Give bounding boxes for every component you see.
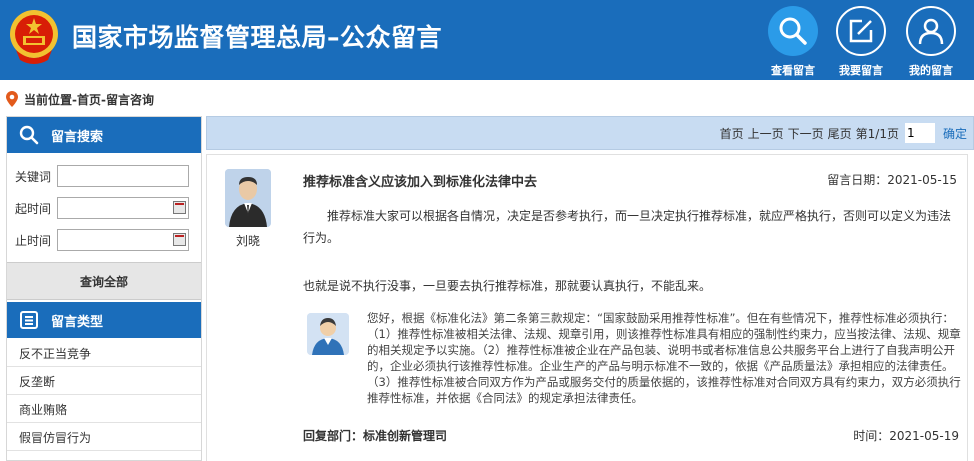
page-info: 第1/1页 — [855, 126, 899, 141]
user-icon — [918, 18, 944, 45]
message-title: 推荐标准含义应该加入到标准化法律中去 — [303, 175, 538, 190]
message-body: 推荐标准大家可以根据各自情况，决定是否参考执行，而一旦决定执行推荐标准，就应严格… — [303, 209, 952, 245]
sidebar: 留言搜索 关键词 起时间 止时间 查询全部 留言类型 反不正当竞争 反垄断 商业… — [6, 116, 202, 461]
keyword-label: 关键词 — [15, 169, 52, 184]
nav-view-messages[interactable]: 查看留言 — [760, 6, 826, 77]
end-time-input[interactable] — [57, 229, 189, 251]
breadcrumb: 当前位置-首页-留言咨询 — [0, 88, 974, 110]
avatar — [225, 169, 271, 227]
next-page-link[interactable]: 下一页 — [788, 125, 824, 142]
pagination-bar: 首页 上一页 下一页 尾页 第1/1页 确定 — [206, 116, 974, 150]
keyword-row: 关键词 — [15, 165, 189, 187]
query-all-button[interactable]: 查询全部 — [7, 262, 201, 300]
reply-text: 您好，根据《标准化法》第二条第三款规定：“国家鼓励采用推荐性标准”。但在有些情况… — [367, 311, 961, 405]
type-item[interactable]: 反垄断 — [7, 369, 201, 395]
type-item[interactable]: 假冒仿冒行为 — [7, 425, 201, 451]
search-icon — [779, 17, 807, 45]
start-time-input[interactable] — [57, 197, 189, 219]
last-page-link[interactable]: 尾页 — [828, 125, 852, 142]
national-emblem-icon — [10, 10, 58, 64]
keyword-input[interactable] — [57, 165, 189, 187]
nav-view-messages-label: 查看留言 — [771, 64, 815, 77]
message-card: 刘晓 推荐标准含义应该加入到标准化法律中去 留言日期：2021-05-15 推荐… — [206, 154, 968, 461]
main-content: 首页 上一页 下一页 尾页 第1/1页 确定 刘晓 推荐标准含义应该加入到标准化… — [206, 116, 974, 461]
nav-write-message-label: 我要留言 — [839, 64, 883, 77]
calendar-icon[interactable] — [173, 233, 186, 246]
official-avatar-icon — [307, 313, 349, 355]
type-item[interactable]: 反不正当竞争 — [7, 341, 201, 367]
message-body-2: 也就是说不执行没事，一旦要去执行推荐标准，那就要认真执行，不能乱来。 — [303, 279, 712, 293]
search-icon — [19, 125, 39, 145]
end-time-row: 止时间 — [15, 229, 189, 251]
user-avatar-icon — [225, 169, 271, 227]
search-panel-header: 留言搜索 — [7, 117, 201, 153]
reply-department: 回复部门：标准创新管理司 — [303, 429, 448, 443]
reply-avatar — [307, 313, 349, 355]
reply-time: 时间：2021-05-19 — [853, 429, 959, 443]
page-number-input[interactable] — [904, 123, 935, 143]
location-pin-icon — [6, 91, 18, 107]
end-time-label: 止时间 — [15, 233, 52, 248]
prev-page-link[interactable]: 上一页 — [748, 125, 784, 142]
start-time-row: 起时间 — [15, 197, 189, 219]
type-item[interactable]: 商业贿赂 — [7, 397, 201, 423]
start-time-label: 起时间 — [15, 201, 52, 216]
search-panel-title: 留言搜索 — [51, 129, 104, 145]
confirm-button[interactable]: 确定 — [943, 125, 967, 142]
compose-icon — [849, 19, 873, 43]
site-title: 国家市场监督管理总局–公众留言 — [72, 23, 443, 52]
calendar-icon[interactable] — [173, 201, 186, 214]
type-panel-header: 留言类型 — [7, 302, 201, 338]
list-icon — [20, 311, 38, 329]
breadcrumb-text[interactable]: 当前位置-首页-留言咨询 — [24, 91, 154, 108]
message-date: 留言日期：2021-05-15 — [827, 173, 957, 187]
nav-write-message[interactable]: 我要留言 — [828, 6, 894, 77]
type-panel-title: 留言类型 — [51, 314, 104, 330]
author-name: 刘晓 — [235, 234, 260, 248]
nav-my-messages-label: 我的留言 — [909, 64, 953, 77]
nav-my-messages[interactable]: 我的留言 — [898, 6, 964, 77]
first-page-link[interactable]: 首页 — [720, 125, 744, 142]
site-header: 国家市场监督管理总局–公众留言 查看留言 我要留言 我的留言 — [0, 0, 974, 80]
